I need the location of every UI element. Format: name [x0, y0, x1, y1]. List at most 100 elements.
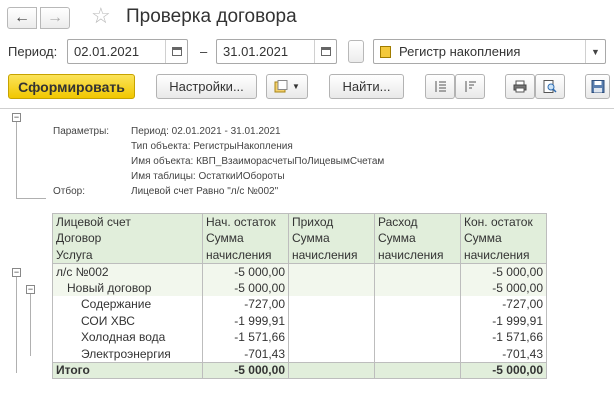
row-label: Итого [52, 361, 203, 379]
cell-end-balance: -5 000,00 [460, 263, 547, 280]
sort-descending-icon [465, 81, 476, 92]
cell-expense [374, 361, 461, 379]
column-header: Приход [288, 213, 375, 230]
print-button[interactable] [505, 74, 535, 99]
page-title: Проверка договора [126, 6, 297, 27]
table-row[interactable]: Новый договор -5 000,00 -5 000,00 [52, 279, 547, 296]
column-header: Сумма [288, 230, 375, 247]
cell-income [288, 329, 375, 346]
cell-start-balance: -701,43 [202, 345, 289, 362]
calendar-icon[interactable] [165, 40, 187, 63]
period-to-value: 31.01.2021 [223, 44, 289, 59]
print-preview-icon [543, 80, 557, 93]
row-label: Содержание [52, 296, 203, 313]
param-object-name: Имя объекта: КВП_ВзаиморасчетыПоЛицевымС… [131, 156, 385, 167]
column-header: начисления [202, 246, 289, 264]
row-label: СОИ ХВС [52, 312, 203, 329]
print-preview-button[interactable] [535, 74, 565, 99]
back-button[interactable]: ← [7, 7, 37, 29]
cell-start-balance: -5 000,00 [202, 263, 289, 280]
cell-expense [374, 345, 461, 362]
report-table: Лицевой счет Нач. остаток Приход Расход … [52, 213, 547, 379]
cell-expense [374, 263, 461, 280]
floppy-disk-icon [591, 80, 604, 93]
row-label: Электроэнергия [52, 345, 203, 362]
table-row[interactable]: СОИ ХВС -1 999,91 -1 999,91 [52, 312, 547, 329]
report-variant-icon [274, 80, 288, 93]
filter-value: Лицевой счет Равно "л/с №002" [131, 186, 279, 197]
cell-end-balance: -1 571,66 [460, 329, 547, 346]
cell-income [288, 296, 375, 313]
printer-icon [513, 80, 527, 93]
cell-income [288, 263, 375, 280]
cell-expense [374, 279, 461, 296]
column-header: Лицевой счет [52, 213, 203, 230]
row-label: л/с №002 [52, 263, 203, 280]
params-label: Параметры: [53, 126, 110, 137]
filter-label: Отбор: [53, 186, 85, 197]
arrow-right-icon: → [47, 9, 63, 26]
cell-end-balance: -1 999,91 [460, 312, 547, 329]
period-label: Период: [8, 44, 58, 59]
table-row[interactable]: Электроэнергия -701,43 -701,43 [52, 345, 547, 362]
cell-end-balance: -5 000,00 [460, 279, 547, 296]
cell-end-balance: -727,00 [460, 296, 547, 313]
cell-income [288, 361, 375, 379]
table-row[interactable]: Холодная вода -1 571,66 -1 571,66 [52, 329, 547, 346]
register-icon [380, 46, 391, 58]
calendar-icon[interactable] [314, 40, 336, 63]
generate-button[interactable]: Сформировать [8, 74, 135, 99]
cell-end-balance: -701,43 [460, 345, 547, 362]
save-button[interactable] [585, 74, 610, 99]
sort-asc-button[interactable] [425, 74, 455, 99]
cell-income [288, 345, 375, 362]
column-header: Расход [374, 213, 461, 230]
column-header: Нач. остаток [202, 213, 289, 230]
report-area: − − − Параметры: Период: 02.01.2021 - 31… [0, 108, 614, 402]
collapse-icon[interactable]: − [12, 113, 21, 122]
period-from-field[interactable]: 02.01.2021 [67, 39, 188, 64]
table-header-row: Услуга начисления начисления начисления … [52, 246, 547, 264]
collapse-icon[interactable]: − [26, 285, 35, 294]
sort-desc-button[interactable] [455, 74, 485, 99]
cell-start-balance: -5 000,00 [202, 279, 289, 296]
variants-button[interactable]: ▼ [266, 74, 308, 99]
period-dash: – [200, 44, 208, 59]
column-header: начисления [288, 246, 375, 264]
cell-start-balance: -1 571,66 [202, 329, 289, 346]
param-object-type: Тип объекта: РегистрыНакопления [131, 141, 293, 152]
table-row[interactable]: л/с №002 -5 000,00 -5 000,00 [52, 263, 547, 280]
period-from-value: 02.01.2021 [74, 44, 140, 59]
chevron-down-icon: ▼ [292, 82, 300, 91]
cell-income [288, 312, 375, 329]
forward-button[interactable]: → [40, 7, 70, 29]
column-header: начисления [460, 246, 547, 264]
collapse-icon[interactable]: − [12, 268, 21, 277]
row-label: Холодная вода [52, 329, 203, 346]
table-header-row: Договор Сумма Сумма Сумма Сумма [52, 230, 547, 247]
cell-expense [374, 329, 461, 346]
cell-expense [374, 312, 461, 329]
table-header-row: Лицевой счет Нач. остаток Приход Расход … [52, 213, 547, 230]
column-header: Услуга [52, 246, 203, 264]
sort-ascending-icon [435, 81, 446, 92]
register-type-select[interactable]: Регистр накопления ▼ [373, 39, 606, 64]
cell-start-balance: -1 999,91 [202, 312, 289, 329]
chevron-down-icon[interactable]: ▼ [585, 40, 605, 63]
star-icon[interactable]: ☆ [91, 4, 111, 28]
arrow-left-icon: ← [14, 9, 30, 26]
total-row[interactable]: Итого -5 000,00 -5 000,00 [52, 361, 547, 379]
table-row[interactable]: Содержание -727,00 -727,00 [52, 296, 547, 313]
period-to-field[interactable]: 31.01.2021 [216, 39, 337, 64]
register-type-value: Регистр накопления [399, 44, 521, 59]
column-header: Договор [52, 230, 203, 247]
param-period: Период: 02.01.2021 - 31.01.2021 [131, 126, 281, 137]
period-select-button[interactable] [348, 40, 364, 63]
cell-expense [374, 296, 461, 313]
column-header: Сумма [460, 230, 547, 247]
find-button[interactable]: Найти... [329, 74, 404, 99]
column-header: Сумма [374, 230, 461, 247]
cell-end-balance: -5 000,00 [460, 361, 547, 379]
cell-start-balance: -5 000,00 [202, 361, 289, 379]
settings-button[interactable]: Настройки... [156, 74, 257, 99]
